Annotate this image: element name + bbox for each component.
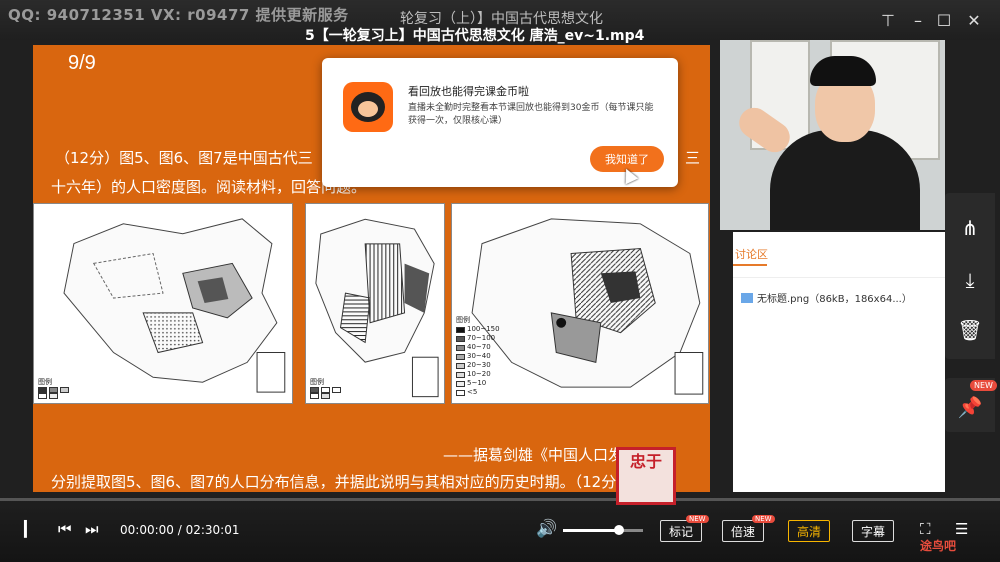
population-map-3: 图例 100~150 70~100 40~70 30~40 20~30 10~2… xyxy=(451,203,709,404)
minimize-icon[interactable]: – xyxy=(904,6,932,34)
volume-icon[interactable]: 🔊 xyxy=(536,518,557,540)
teacher-cap xyxy=(810,56,876,86)
mark-new-badge: NEW xyxy=(686,515,709,523)
map-1-graphic xyxy=(63,218,286,393)
teacher-body xyxy=(770,130,920,230)
mark-button[interactable]: 标记 xyxy=(660,520,703,542)
popup-body: 直播未全勤时完整看本节课回放也能得到30金币（每节课只能获得一次，仅限核心课） xyxy=(408,103,654,126)
tab-discussion[interactable]: 讨论区 xyxy=(735,246,768,262)
site-logo: 途鸟吧 xyxy=(920,538,957,553)
map-2-graphic xyxy=(315,218,439,398)
volume-knob[interactable] xyxy=(614,525,624,535)
quality-button[interactable]: 高清 xyxy=(788,520,831,542)
maximize-icon[interactable]: ☐ xyxy=(930,6,958,34)
volume-fill xyxy=(563,529,619,532)
speed-button[interactable]: 倍速 xyxy=(722,520,765,542)
video-filename: 5【一轮复习上】中国古代思想文化 唐浩_ev~1.mp4 xyxy=(305,28,645,44)
delete-icon[interactable]: 🗑 xyxy=(945,305,995,355)
image-file-icon xyxy=(741,293,753,303)
title-bar: QQ: 940712351 VX: r09477 提供更新服务 轮复习（上）】中… xyxy=(0,0,1000,44)
coin-notice-popup: 看回放也能得完课金币啦 直播未全勤时完整看本节课回放也能得到30金币（每节课只能… xyxy=(322,58,678,187)
watermark-text: QQ: 940712351 VX: r09477 提供更新服务 xyxy=(8,6,349,24)
stop-icon[interactable]: ▎ xyxy=(24,518,36,540)
slide-page-number: 9/9 xyxy=(68,52,96,74)
subtitle-button[interactable]: 字幕 xyxy=(852,520,895,542)
population-map-1: 图例 xyxy=(33,203,293,404)
map-3-legend: 图例 100~150 70~100 40~70 30~40 20~30 10~2… xyxy=(456,316,500,396)
map-1-legend: 图例 xyxy=(38,378,69,399)
download-icon[interactable]: ⤓ xyxy=(945,255,995,305)
close-icon[interactable]: ✕ xyxy=(960,6,988,34)
stamp-logo: 忠于 xyxy=(616,447,676,505)
question-2-text: 分别提取图5、图6、图7的人口分布信息，并据此说明与其相对应的历史时期。（12分… xyxy=(51,473,632,491)
side-toolbar: ⋔ ⤓ 🗑 xyxy=(945,193,995,359)
progress-bar[interactable] xyxy=(0,498,1000,501)
time-display: 00:00:00 / 02:30:01 xyxy=(120,523,240,537)
map-2-legend: 图例 xyxy=(310,378,341,399)
previous-icon[interactable]: ⏮ xyxy=(58,518,72,540)
population-map-2: 图例 xyxy=(305,203,445,404)
speed-new-badge: NEW xyxy=(752,515,775,523)
pin-window-icon[interactable]: ⊤ xyxy=(874,6,902,34)
share-icon[interactable]: ⋔ xyxy=(945,203,995,253)
popup-title: 看回放也能得完课金币啦 xyxy=(408,85,529,98)
question-line-1-tail: 三 xyxy=(685,149,701,167)
discussion-panel: 讨论区 无标题.png（86kB，186x64...） xyxy=(733,232,945,492)
question-line-2: 十六年）的人口密度图。阅读材料，回答问题。 xyxy=(51,178,367,196)
monkey-logo-icon xyxy=(343,82,393,132)
next-icon[interactable]: ⏭ xyxy=(85,518,99,540)
attachment-item[interactable]: 无标题.png（86kB，186x64...） xyxy=(741,290,912,305)
video-player-window: QQ: 940712351 VX: r09477 提供更新服务 轮复习（上）】中… xyxy=(0,0,1000,562)
pin-new-badge: NEW xyxy=(970,380,997,391)
divider xyxy=(733,277,945,278)
question-line-1: （12分）图5、图6、图7是中国古代三 xyxy=(55,149,313,167)
tab-underline xyxy=(733,264,767,266)
